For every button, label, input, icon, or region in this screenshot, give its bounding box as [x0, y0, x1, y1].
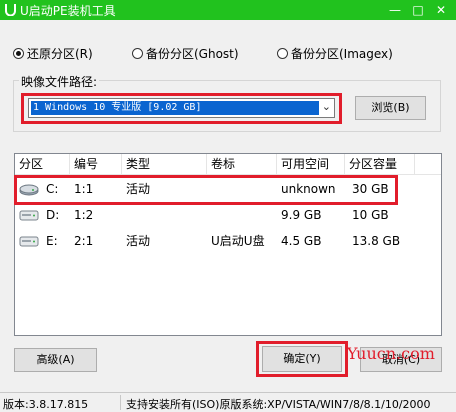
window-title: U启动PE装机工具	[20, 4, 116, 18]
cell-number: 1:2	[74, 208, 94, 222]
cell-free: 4.5 GB	[281, 234, 322, 248]
disk-icon	[19, 236, 39, 247]
radio-label: 备份分区(Imagex)	[291, 47, 393, 61]
cell-type: 活动	[126, 234, 151, 248]
browse-button[interactable]: 浏览(B)	[355, 96, 426, 120]
close-button[interactable]: ✕	[432, 1, 450, 19]
radio-label: 备份分区(Ghost)	[146, 47, 239, 61]
cell-drive: D:	[46, 208, 60, 222]
radio-dot-selected[interactable]	[13, 48, 24, 59]
maximize-button[interactable]: □	[409, 1, 427, 19]
radio-backup-imagex[interactable]: 备份分区(Imagex)	[277, 45, 393, 62]
disk-icon	[19, 210, 39, 221]
cell-capacity: 10 GB	[352, 208, 389, 222]
table-row[interactable]: D: 1:2 9.9 GB 10 GB	[15, 202, 441, 228]
cell-number: 2:1	[74, 234, 94, 248]
radio-dot[interactable]	[132, 48, 143, 59]
column-header[interactable]: 类型	[122, 154, 207, 174]
app-icon	[5, 4, 16, 16]
radio-restore-partition[interactable]: 还原分区(R)	[13, 45, 93, 62]
cell-drive: E:	[46, 234, 58, 248]
cell-free: 9.9 GB	[281, 208, 322, 222]
column-header[interactable]: 分区容量	[345, 154, 415, 174]
image-path-label: 映像文件路径:	[19, 73, 100, 90]
radio-dot[interactable]	[277, 48, 288, 59]
cell-capacity: 13.8 GB	[352, 234, 401, 248]
title-bar: U启动PE装机工具 — □ ✕	[0, 0, 456, 20]
column-header[interactable]: 可用空间	[277, 154, 345, 174]
radio-backup-ghost[interactable]: 备份分区(Ghost)	[132, 45, 239, 62]
radio-label: 还原分区(R)	[27, 47, 93, 61]
advanced-button[interactable]: 高级(A)	[14, 348, 97, 372]
table-row[interactable]: E: 2:1 活动 U启动U盘 4.5 GB 13.8 GB	[15, 228, 441, 254]
highlight-box-partition	[14, 175, 398, 205]
status-bar: 版本:3.8.17.815 支持安装所有(ISO)原版系统:XP/VISTA/W…	[0, 392, 456, 412]
column-header[interactable]: 分区	[15, 154, 70, 174]
highlight-box-ok	[256, 341, 348, 377]
status-divider	[120, 395, 121, 410]
table-header: 分区 编号 类型 卷标 可用空间 分区容量	[15, 154, 441, 175]
cell-volume: U启动U盘	[211, 234, 265, 248]
highlight-box-image	[21, 93, 342, 124]
column-header[interactable]: 卷标	[207, 154, 277, 174]
column-header[interactable]: 编号	[70, 154, 122, 174]
version-text: 版本:3.8.17.815	[3, 398, 89, 411]
support-text: 支持安装所有(ISO)原版系统:XP/VISTA/WIN7/8/8.1/10/2…	[126, 398, 431, 411]
watermark: Yuucn.com	[347, 344, 435, 363]
minimize-button[interactable]: —	[386, 1, 404, 19]
